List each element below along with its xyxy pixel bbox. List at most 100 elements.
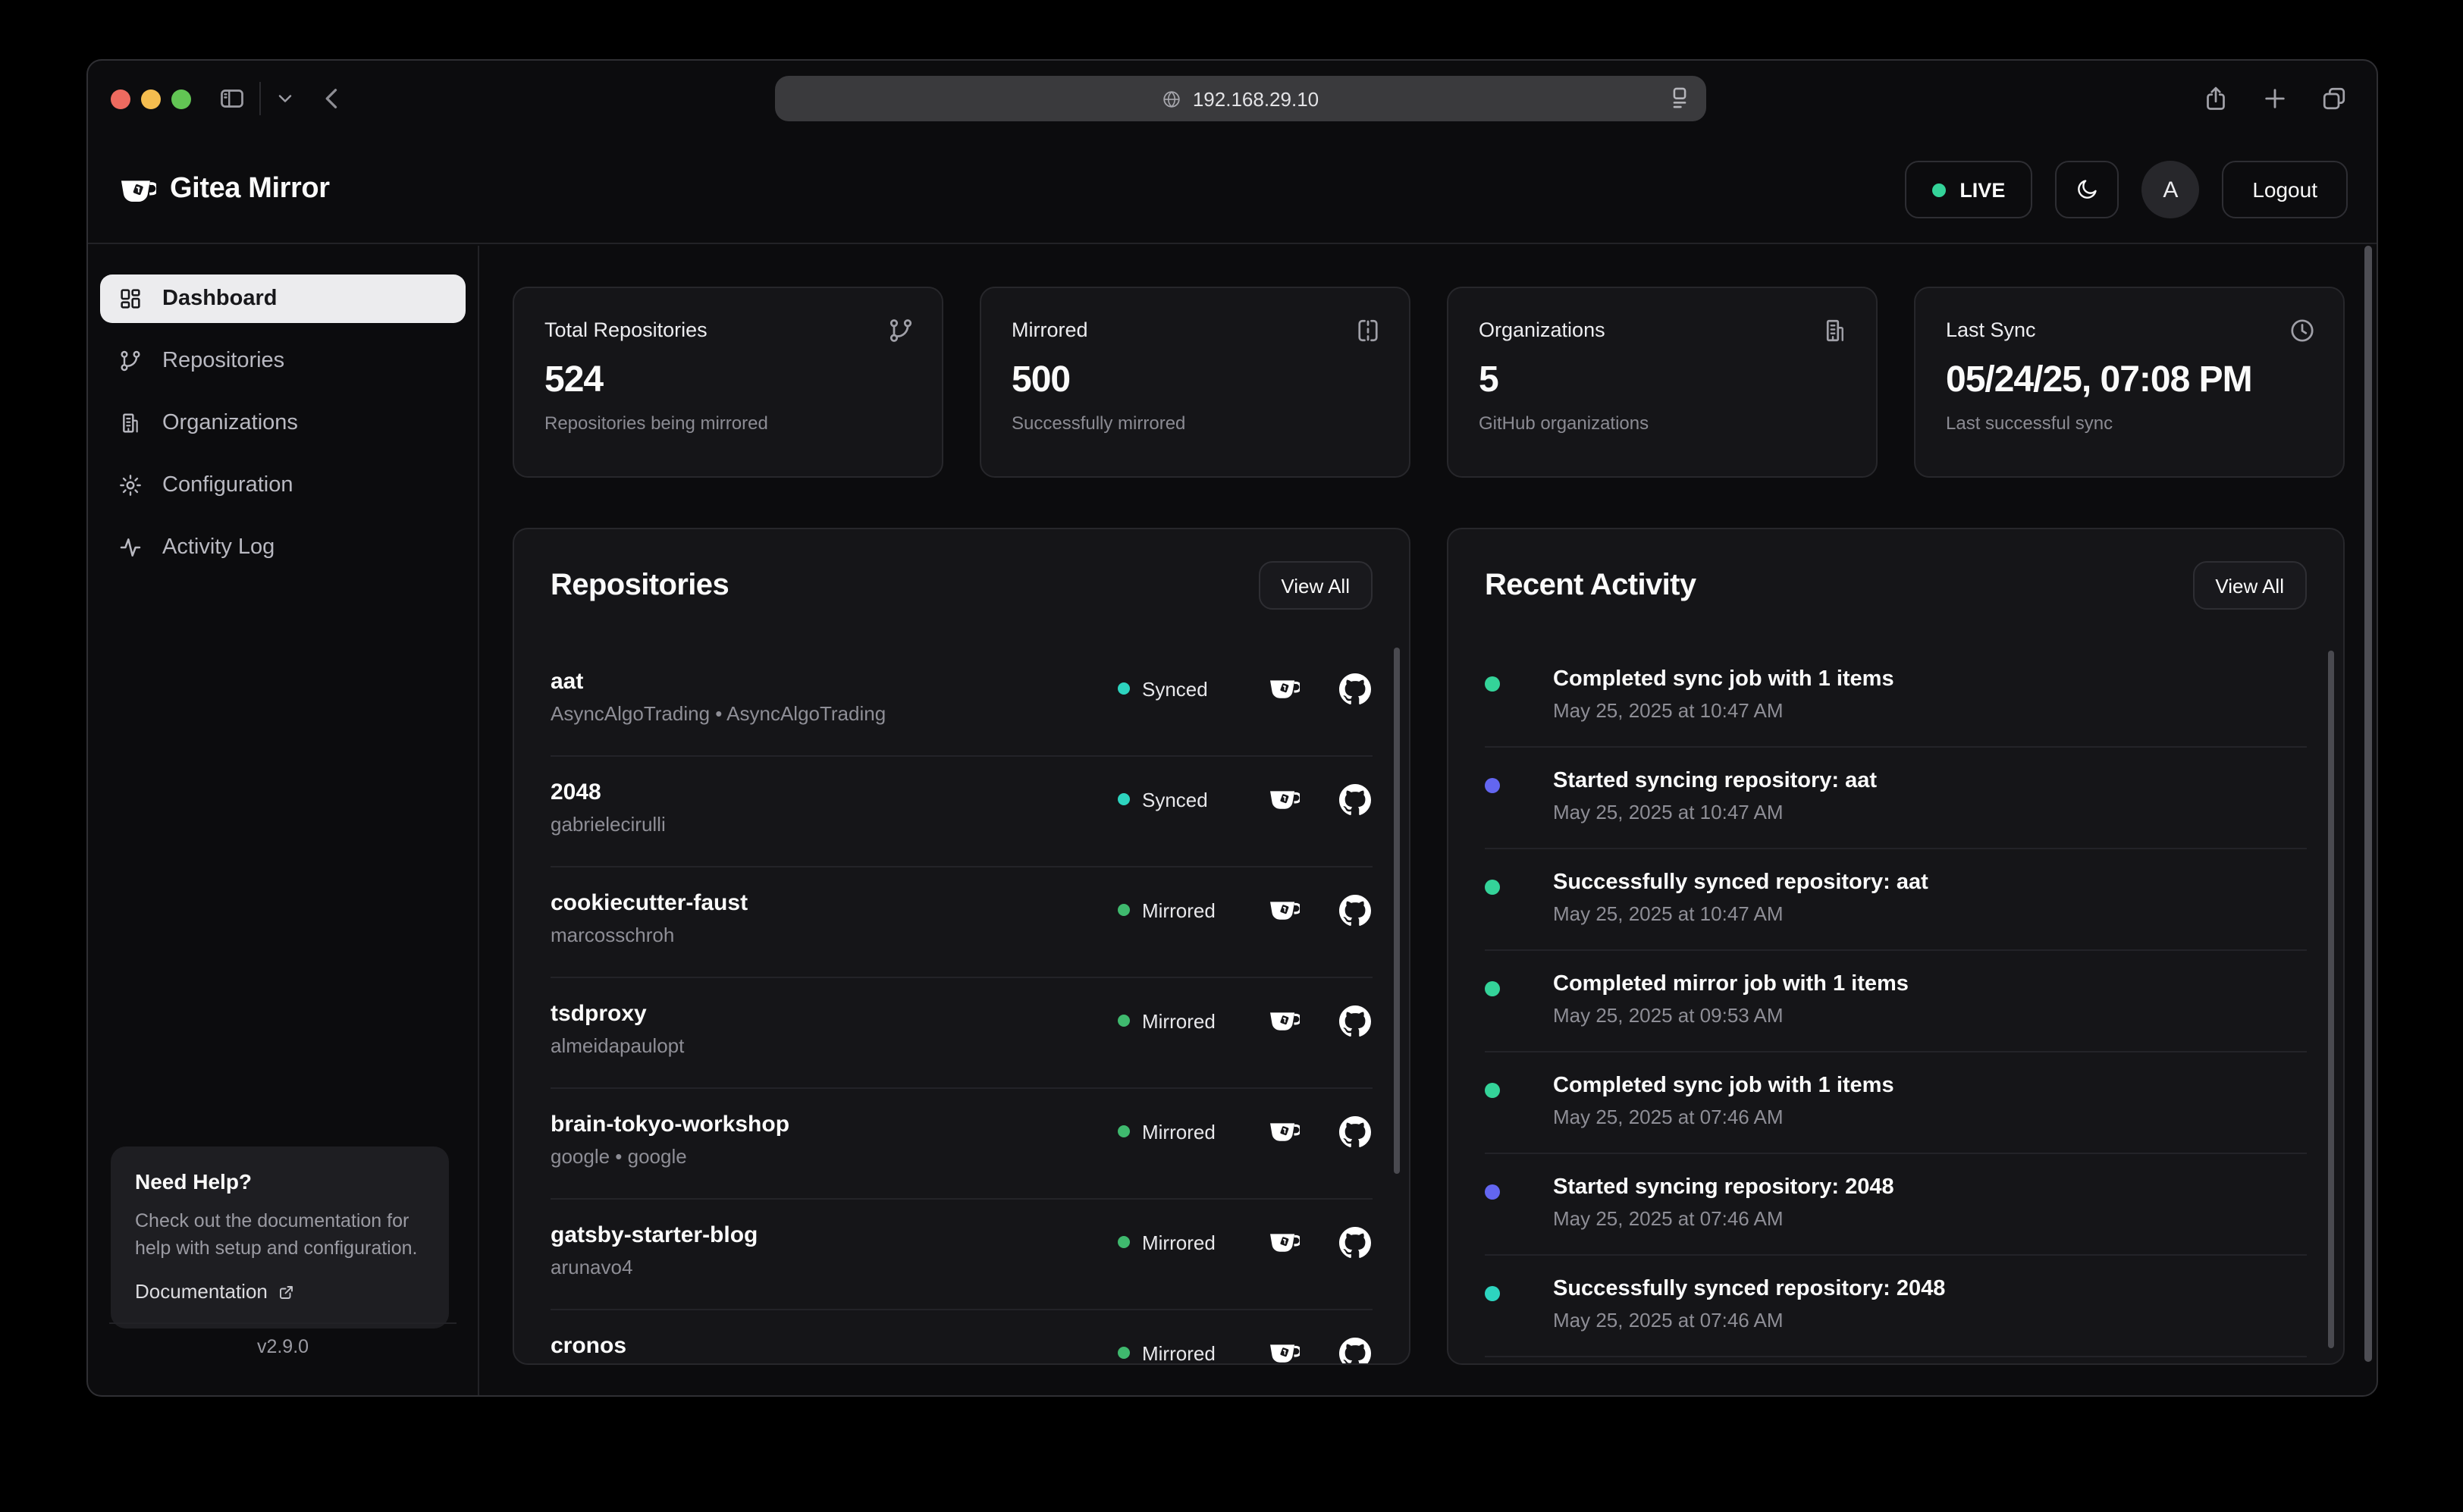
repositories-view-all-button[interactable]: View All	[1258, 561, 1373, 610]
repository-actions: Mirrored	[1118, 1227, 1373, 1257]
app-logo[interactable]: Gitea Mirror	[117, 172, 330, 207]
toolbar-actions	[2202, 61, 2348, 136]
gitea-link-icon[interactable]	[1266, 1338, 1300, 1363]
help-box: Need Help? Check out the documentation f…	[111, 1147, 449, 1329]
status-badge: Synced	[1118, 788, 1227, 811]
activity-time: May 25, 2025 at 10:47 AM	[1553, 801, 2307, 823]
sidebar-toggle-icon[interactable]	[218, 61, 246, 136]
stat-card-title: Total Repositories	[544, 318, 911, 341]
sidebar-item-icon	[118, 473, 143, 497]
repository-actions: Synced	[1118, 673, 1373, 704]
activity-dot	[1485, 1083, 1500, 1098]
github-link-icon[interactable]	[1339, 1005, 1373, 1036]
activity-time: May 25, 2025 at 07:46 AM	[1553, 1106, 2307, 1128]
reader-icon[interactable]	[1667, 85, 1693, 115]
activity-time: May 25, 2025 at 10:47 AM	[1553, 902, 2307, 925]
avatar[interactable]: A	[2141, 161, 2199, 218]
status-dot	[1118, 793, 1130, 805]
activity-text: Successfully synced repository: 2048	[1553, 1277, 2307, 1301]
github-link-icon[interactable]	[1339, 784, 1373, 814]
status-badge: Synced	[1118, 677, 1227, 700]
gitea-link-icon[interactable]	[1266, 895, 1300, 925]
moon-icon	[2075, 177, 2099, 202]
repositories-panel: Repositories View All aat AsyncAlgoTradi…	[513, 528, 1410, 1365]
gitea-cup-icon	[117, 172, 156, 207]
repository-row[interactable]: brain-tokyo-workshop google • google Mir…	[551, 1089, 1373, 1200]
repository-row[interactable]: tsdproxy almeidapaulopt Mirrored	[551, 978, 1373, 1089]
activity-time: May 25, 2025 at 07:46 AM	[1553, 1309, 2307, 1332]
activity-text: Started syncing repository: 2048	[1553, 1175, 2307, 1200]
repository-row[interactable]: 2048 gabrielecirulli Synced	[551, 757, 1373, 867]
logout-button[interactable]: Logout	[2222, 161, 2348, 218]
back-button[interactable]	[318, 61, 346, 136]
gitea-link-icon[interactable]	[1266, 673, 1300, 704]
repository-info: aat AsyncAlgoTrading • AsyncAlgoTrading	[551, 646, 1118, 755]
repositories-panel-header: Repositories View All	[514, 529, 1409, 610]
sidebar-item[interactable]: Configuration	[100, 461, 466, 510]
minimize-window-button[interactable]	[141, 89, 161, 109]
new-tab-icon[interactable]	[2261, 85, 2289, 112]
activity-view-all-button[interactable]: View All	[2192, 561, 2307, 610]
live-dot	[1932, 183, 1946, 196]
status-label: Synced	[1142, 677, 1208, 700]
repository-row[interactable]: cronos Mirrored	[551, 1310, 1373, 1363]
repository-info: cronos	[551, 1310, 1118, 1363]
repository-row[interactable]: cookiecutter-faust marcosschroh Mirrored	[551, 867, 1373, 978]
repositories-scrollbar[interactable]	[1394, 648, 1400, 1174]
zoom-window-button[interactable]	[171, 89, 191, 109]
status-dot	[1118, 1125, 1130, 1137]
repository-owner: gabrielecirulli	[551, 813, 1118, 836]
github-link-icon[interactable]	[1339, 673, 1373, 704]
sidebar-item-label: Configuration	[162, 473, 293, 497]
repository-row[interactable]: aat AsyncAlgoTrading • AsyncAlgoTrading …	[551, 646, 1373, 757]
documentation-link[interactable]: Documentation	[135, 1281, 425, 1303]
activity-dot	[1485, 778, 1500, 793]
activity-text: Successfully synced repository: aat	[1553, 870, 2307, 895]
status-badge: Mirrored	[1118, 899, 1227, 921]
share-icon[interactable]	[2202, 85, 2229, 112]
activity-row: Completed sync job with 1 items May 25, …	[1485, 646, 2307, 748]
sidebar-item-label: Activity Log	[162, 535, 275, 560]
github-link-icon[interactable]	[1339, 1227, 1373, 1257]
sidebar-item[interactable]: Dashboard	[100, 274, 466, 323]
activity-row: Started syncing repository: aat May 25, …	[1485, 748, 2307, 849]
repository-owner: AsyncAlgoTrading • AsyncAlgoTrading	[551, 702, 1118, 725]
help-title: Need Help?	[135, 1169, 425, 1194]
repository-row[interactable]: gatsby-starter-blog arunavo4 Mirrored	[551, 1200, 1373, 1310]
gitea-link-icon[interactable]	[1266, 1227, 1300, 1257]
close-window-button[interactable]	[111, 89, 130, 109]
sidebar-item-label: Repositories	[162, 349, 284, 373]
sidebar-item[interactable]: Activity Log	[100, 523, 466, 572]
status-badge: Mirrored	[1118, 1009, 1227, 1032]
page-scrollbar[interactable]	[2364, 246, 2372, 1362]
github-link-icon[interactable]	[1339, 895, 1373, 925]
sidebar-item-label: Organizations	[162, 411, 298, 435]
repository-actions: Mirrored	[1118, 895, 1373, 925]
gitea-link-icon[interactable]	[1266, 1005, 1300, 1036]
address-bar[interactable]: 192.168.29.10	[775, 76, 1706, 121]
github-link-icon[interactable]	[1339, 1338, 1373, 1363]
repository-name: gatsby-starter-blog	[551, 1222, 1118, 1248]
app-title: Gitea Mirror	[170, 173, 330, 206]
help-body: Check out the documentation for help wit…	[135, 1207, 425, 1263]
stat-card-title: Organizations	[1479, 318, 1846, 341]
live-status-button[interactable]: LIVE	[1905, 161, 2032, 218]
sidebar-item[interactable]: Repositories	[100, 337, 466, 385]
status-dot	[1118, 1236, 1130, 1248]
app-header: Gitea Mirror LIVE A Logout	[88, 136, 2377, 244]
gitea-link-icon[interactable]	[1266, 1116, 1300, 1147]
sidebar-item-icon	[118, 411, 143, 435]
tab-overview-icon[interactable]	[2320, 85, 2348, 112]
stat-card-subtitle: GitHub organizations	[1479, 413, 1846, 434]
stat-card-subtitle: Repositories being mirrored	[544, 413, 911, 434]
live-label: LIVE	[1959, 178, 2005, 201]
theme-toggle-button[interactable]	[2055, 161, 2119, 218]
activity-scrollbar[interactable]	[2328, 651, 2334, 1348]
status-badge: Mirrored	[1118, 1120, 1227, 1143]
chevron-down-icon[interactable]	[276, 61, 294, 136]
github-link-icon[interactable]	[1339, 1116, 1373, 1147]
app-version: v2.9.0	[88, 1336, 478, 1357]
sidebar-item[interactable]: Organizations	[100, 399, 466, 447]
gitea-link-icon[interactable]	[1266, 784, 1300, 814]
repository-info: tsdproxy almeidapaulopt	[551, 978, 1118, 1087]
